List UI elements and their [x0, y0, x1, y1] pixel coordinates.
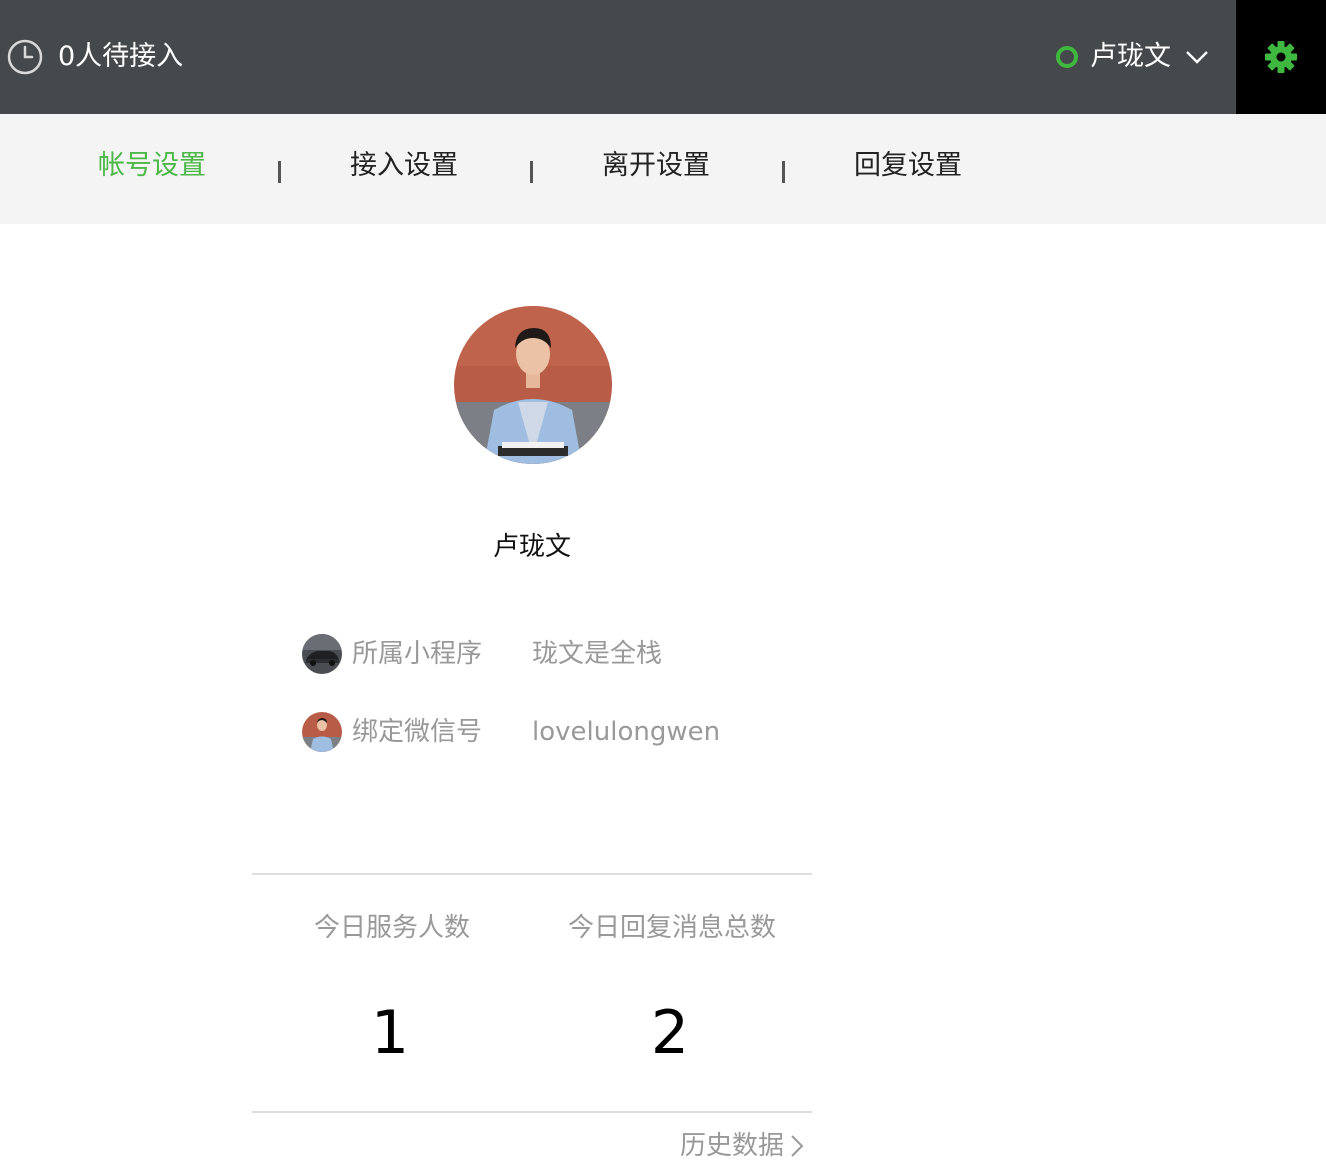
history-data-link[interactable]: 历史数据 — [680, 1128, 804, 1164]
queue-count-text: 0人待接入 — [58, 41, 184, 72]
tab-divider — [278, 161, 281, 183]
stats-divider-top — [252, 873, 812, 875]
queue-status: 0人待接入 — [6, 38, 183, 76]
tab-divider — [530, 161, 533, 183]
top-bar: 0人待接入 卢珑文 — [0, 0, 1326, 114]
mini-program-row: 所属小程序 珑文是全栈 — [302, 634, 662, 674]
mini-program-value: 珑文是全栈 — [532, 639, 663, 669]
chevron-right-icon — [791, 1135, 804, 1157]
avatar[interactable] — [454, 306, 612, 464]
tab-access-settings[interactable]: 接入设置 — [350, 146, 458, 186]
history-data-label: 历史数据 — [680, 1131, 785, 1161]
mini-program-avatar — [302, 634, 342, 674]
settings-button[interactable] — [1236, 0, 1326, 114]
clock-icon — [7, 39, 43, 75]
tab-account-settings[interactable]: 帐号设置 — [98, 146, 206, 186]
chevron-down-icon — [1186, 51, 1208, 64]
served-today-value: 1 — [370, 998, 410, 1068]
tab-divider — [782, 161, 785, 183]
online-status-icon — [1056, 46, 1078, 68]
user-menu[interactable]: 卢珑文 — [1056, 38, 1209, 76]
wechat-value: lovelulongwen — [532, 717, 721, 747]
wechat-avatar — [302, 712, 342, 752]
served-today-label: 今日服务人数 — [313, 913, 470, 943]
settings-tabs: 帐号设置 接入设置 离开设置 回复设置 — [0, 114, 1326, 224]
tab-reply-settings[interactable]: 回复设置 — [854, 146, 962, 186]
gear-icon — [1265, 41, 1297, 73]
stats-divider-bottom — [252, 1111, 812, 1113]
mini-program-label: 所属小程序 — [352, 639, 483, 669]
replies-today-label: 今日回复消息总数 — [567, 913, 776, 943]
replies-today-value: 2 — [650, 998, 690, 1068]
tab-away-settings[interactable]: 离开设置 — [602, 146, 710, 186]
wechat-row: 绑定微信号 lovelulongwen — [302, 712, 720, 752]
user-name: 卢珑文 — [1090, 41, 1171, 72]
profile-name: 卢珑文 — [492, 532, 571, 562]
wechat-label: 绑定微信号 — [352, 717, 483, 747]
